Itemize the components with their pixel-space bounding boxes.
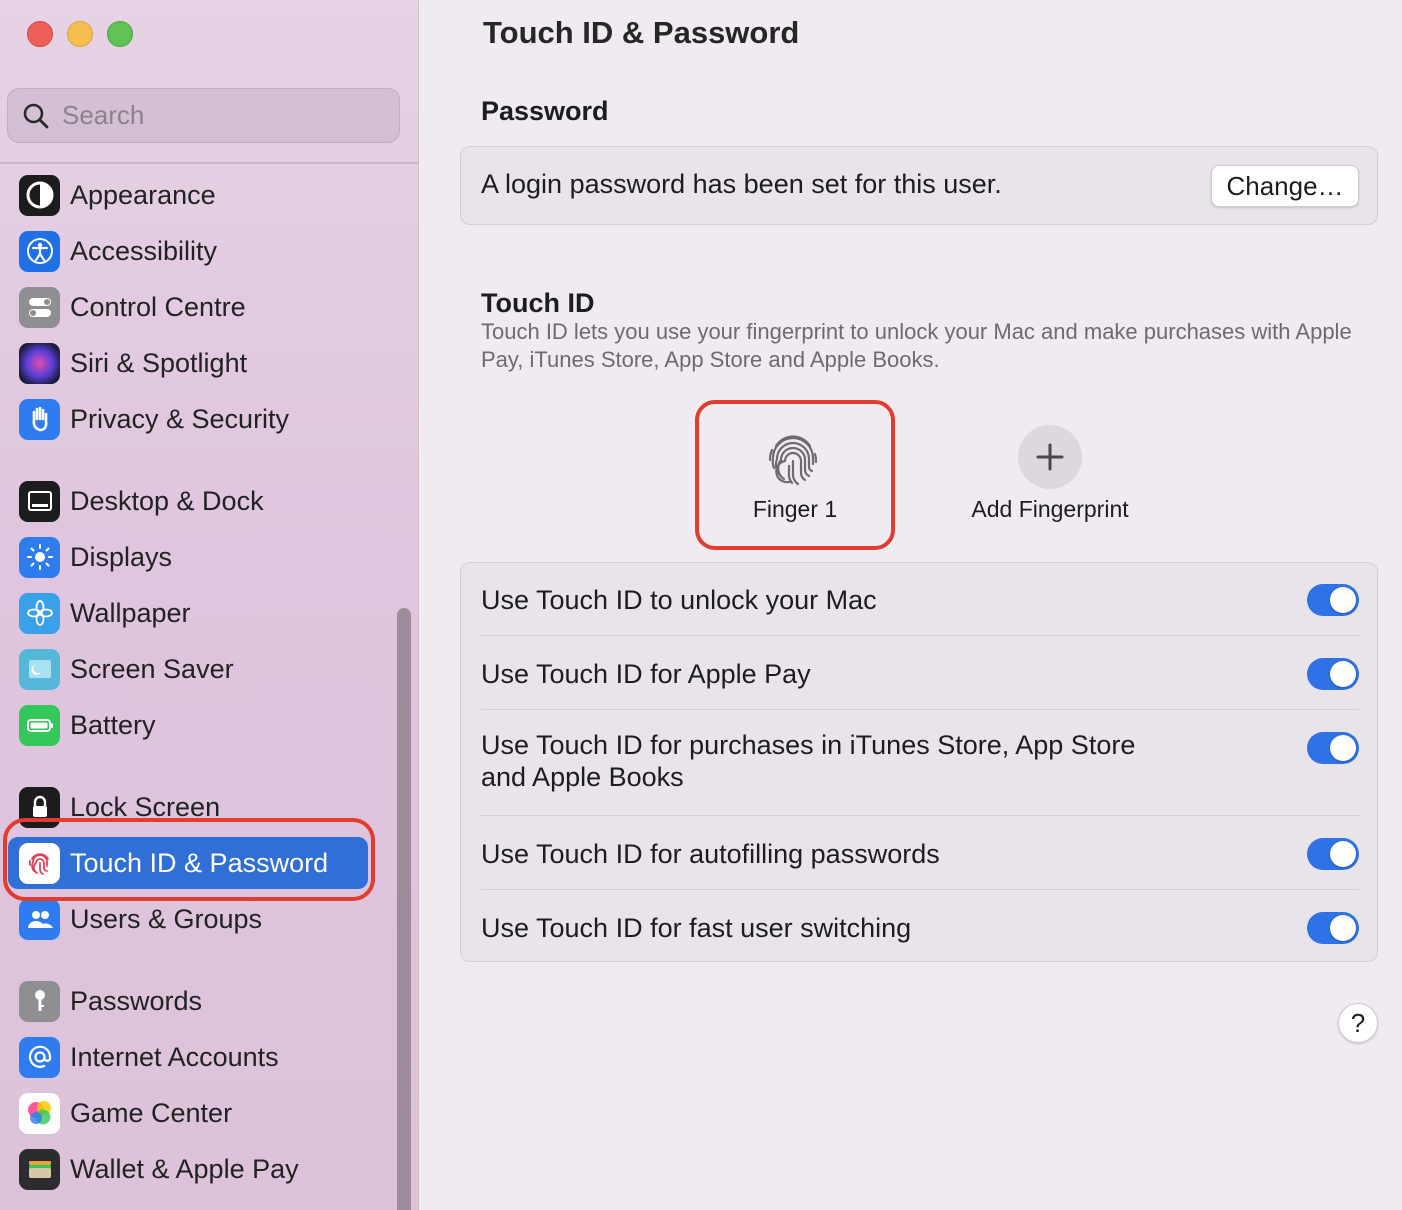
sidebar-item-label: Control Centre <box>70 291 246 322</box>
sidebar-item-label: Displays <box>70 541 173 572</box>
option-row-purchases: Use Touch ID for purchases in iTunes Sto… <box>481 729 1359 799</box>
dock-icon <box>19 480 60 522</box>
main-pane: Touch ID & Password Password A login pas… <box>420 0 1402 1210</box>
sidebar-item-privacy-security[interactable]: Privacy & Security <box>8 393 368 445</box>
sidebar-item-label: Siri & Spotlight <box>70 347 248 378</box>
sidebar-item-game-center[interactable]: Game Center <box>8 1087 368 1139</box>
sidebar-item-label: Wallpaper <box>70 597 191 628</box>
sidebar: Appearance Accessibility Control Centre … <box>0 0 419 1210</box>
close-window-button[interactable] <box>27 21 53 47</box>
apple-pay-toggle[interactable] <box>1307 658 1359 690</box>
password-status: A login password has been set for this u… <box>481 169 1002 199</box>
sidebar-item-label: Privacy & Security <box>70 403 290 434</box>
option-row-user-switching: Use Touch ID for fast user switching <box>481 909 1359 947</box>
flower-icon <box>19 592 60 634</box>
sidebar-item-appearance[interactable]: Appearance <box>8 169 368 221</box>
autofill-passwords-toggle[interactable] <box>1307 838 1359 870</box>
siri-icon <box>19 342 60 384</box>
appearance-icon <box>19 174 60 216</box>
password-card: A login password has been set for this u… <box>460 146 1378 225</box>
minimize-window-button[interactable] <box>67 21 93 47</box>
sun-icon <box>19 536 60 578</box>
search-icon <box>23 103 49 128</box>
sidebar-divider <box>0 162 419 164</box>
help-button[interactable]: ? <box>1338 1003 1378 1043</box>
option-row-autofill: Use Touch ID for autofilling passwords <box>481 835 1359 873</box>
sidebar-item-control-centre[interactable]: Control Centre <box>8 281 368 333</box>
sidebar-item-battery[interactable]: Battery <box>8 699 368 751</box>
screen-saver-icon <box>19 648 60 690</box>
users-icon <box>19 898 60 940</box>
fingerprint-icon[interactable] <box>760 424 826 490</box>
sidebar-item-label: Users & Groups <box>70 903 263 934</box>
sidebar-item-wallet-apple-pay[interactable]: Wallet & Apple Pay <box>8 1143 368 1195</box>
finger-1-label: Finger 1 <box>752 496 838 522</box>
row-divider <box>481 635 1359 636</box>
page-title: Touch ID & Password <box>483 15 800 50</box>
add-fingerprint-label: Add Fingerprint <box>971 496 1129 522</box>
sidebar-item-displays[interactable]: Displays <box>8 531 368 583</box>
key-icon <box>19 980 60 1022</box>
sidebar-item-label: Desktop & Dock <box>70 485 264 516</box>
sidebar-item-label: Battery <box>70 709 156 740</box>
row-divider <box>481 889 1359 890</box>
option-label: Use Touch ID for Apple Pay <box>481 659 811 689</box>
sidebar-item-desktop-dock[interactable]: Desktop & Dock <box>8 475 368 527</box>
sidebar-item-label: Internet Accounts <box>70 1041 279 1072</box>
wallet-icon <box>19 1148 60 1190</box>
hand-icon <box>19 398 60 440</box>
control-centre-icon <box>19 286 60 328</box>
option-label: Use Touch ID for purchases in iTunes Sto… <box>481 730 1136 792</box>
selection-highlight-annotation <box>3 818 375 901</box>
touch-id-description: Touch ID lets you use your fingerprint t… <box>481 319 1352 372</box>
game-center-icon <box>19 1092 60 1134</box>
password-heading: Password <box>481 96 609 126</box>
purchases-toggle[interactable] <box>1307 732 1359 764</box>
sidebar-item-label: Passwords <box>70 985 203 1016</box>
sidebar-item-label: Appearance <box>70 179 216 210</box>
plus-icon <box>1036 443 1064 471</box>
sidebar-item-screen-saver[interactable]: Screen Saver <box>8 643 368 695</box>
option-label: Use Touch ID to unlock your Mac <box>481 585 877 615</box>
sidebar-scrollbar[interactable] <box>397 608 411 1210</box>
battery-icon <box>19 704 60 746</box>
fast-user-switching-toggle[interactable] <box>1307 912 1359 944</box>
search-field[interactable] <box>7 88 400 143</box>
option-row-apple-pay: Use Touch ID for Apple Pay <box>481 655 1359 693</box>
add-fingerprint-button[interactable] <box>1018 425 1082 489</box>
sidebar-item-label: Screen Saver <box>70 653 234 684</box>
sidebar-item-internet-accounts[interactable]: Internet Accounts <box>8 1031 368 1083</box>
option-row-unlock-mac: Use Touch ID to unlock your Mac <box>481 581 1359 619</box>
sidebar-item-label: Accessibility <box>70 235 218 266</box>
unlock-mac-toggle[interactable] <box>1307 584 1359 616</box>
change-password-button[interactable]: Change… <box>1211 165 1359 207</box>
sidebar-item-label: Game Center <box>70 1097 233 1128</box>
row-divider <box>481 815 1359 816</box>
sidebar-item-siri-spotlight[interactable]: Siri & Spotlight <box>8 337 368 389</box>
row-divider <box>481 709 1359 710</box>
sidebar-item-passwords[interactable]: Passwords <box>8 975 368 1027</box>
option-label: Use Touch ID for fast user switching <box>481 913 912 943</box>
at-icon <box>19 1036 60 1078</box>
option-label: Use Touch ID for autofilling passwords <box>481 839 940 869</box>
sidebar-item-accessibility[interactable]: Accessibility <box>8 225 368 277</box>
sidebar-item-wallpaper[interactable]: Wallpaper <box>8 587 368 639</box>
zoom-window-button[interactable] <box>107 21 133 47</box>
touch-id-heading: Touch ID <box>481 288 595 318</box>
search-input[interactable] <box>62 100 362 131</box>
accessibility-icon <box>19 230 60 272</box>
sidebar-item-label: Wallet & Apple Pay <box>70 1153 299 1184</box>
touch-id-options-card: Use Touch ID to unlock your Mac Use Touc… <box>460 562 1378 962</box>
